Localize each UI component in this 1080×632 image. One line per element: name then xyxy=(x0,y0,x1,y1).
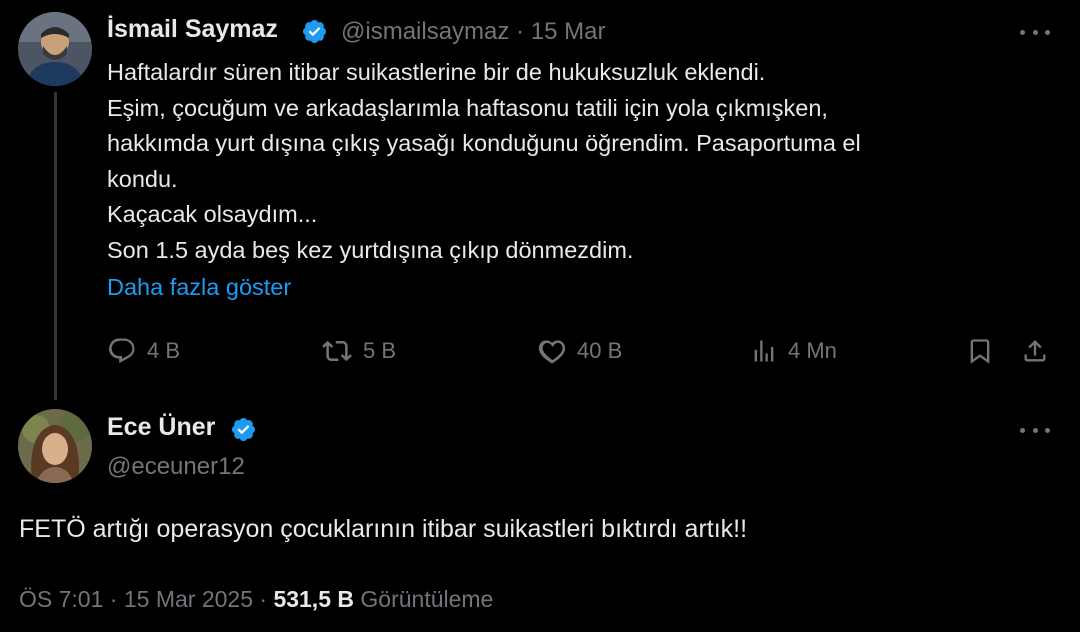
show-more-link[interactable]: Daha fazla göster xyxy=(107,274,291,301)
like-count: 40 B xyxy=(577,338,623,363)
reply-count: 4 B xyxy=(147,338,181,363)
more-icon[interactable] xyxy=(1020,425,1050,435)
tweet-date[interactable]: 15 Mar 2025 xyxy=(124,586,253,612)
reply-author-handle[interactable]: @eceuner12 xyxy=(107,453,245,481)
tweet-line: Eşim, çocuğum ve arkadaşlarımla haftason… xyxy=(107,94,828,121)
more-icon[interactable] xyxy=(1020,27,1050,37)
tweet-line: Haftalardır süren itibar suikastlerine b… xyxy=(107,59,766,85)
reply-author-name[interactable]: Ece Üner xyxy=(107,413,215,442)
separator: · xyxy=(109,586,118,612)
author-name[interactable]: İsmail Saymaz xyxy=(107,15,278,44)
separator: · xyxy=(516,18,525,45)
author-handle[interactable]: @ismailsaymaz xyxy=(341,18,509,45)
reply-icon xyxy=(108,338,135,364)
share-button[interactable] xyxy=(1021,333,1049,369)
reply-button[interactable]: 4 B xyxy=(107,333,180,369)
views-total[interactable]: 531,5 B xyxy=(273,586,354,612)
tweet-line: kondu. xyxy=(107,165,178,192)
reply-text: FETÖ artığı operasyon çocuklarının itiba… xyxy=(19,515,748,543)
tweet-date[interactable]: 15 Mar xyxy=(531,18,606,45)
tweet-time[interactable]: ÖS 7:01 xyxy=(19,586,103,612)
bookmark-button[interactable] xyxy=(966,333,994,369)
bookmark-icon xyxy=(970,339,990,364)
views-count: 4 Mn xyxy=(788,338,837,363)
verified-badge-icon xyxy=(302,19,327,44)
tweet-line: hakkımda yurt dışına çıkış yasağı konduğ… xyxy=(107,130,861,156)
tweet-line: Kaçacak olsaydım... xyxy=(107,201,318,227)
like-icon xyxy=(538,340,566,364)
author-avatar[interactable] xyxy=(18,12,92,86)
thread-line xyxy=(54,92,57,400)
share-icon xyxy=(1024,340,1046,362)
like-button[interactable]: 40 B xyxy=(537,333,622,369)
verified-badge-icon xyxy=(231,417,256,442)
separator: · xyxy=(259,586,268,612)
repost-button[interactable]: 5 B xyxy=(321,333,396,369)
tweet-meta: ÖS 7:01 · 15 Mar 2025 · 531,5 B Görüntül… xyxy=(19,586,493,613)
tweet-line: Son 1.5 ayda beş kez yurtdışına çıkıp dö… xyxy=(107,236,634,263)
repost-count: 5 B xyxy=(363,338,397,363)
views-button[interactable]: 4 Mn xyxy=(750,333,837,369)
tweet-text: Haftalardır süren itibar suikastlerine b… xyxy=(107,55,1047,268)
views-label: Görüntüleme xyxy=(360,586,494,612)
views-icon xyxy=(754,340,774,362)
reply-author-avatar[interactable] xyxy=(18,409,92,483)
repost-icon xyxy=(322,340,352,362)
